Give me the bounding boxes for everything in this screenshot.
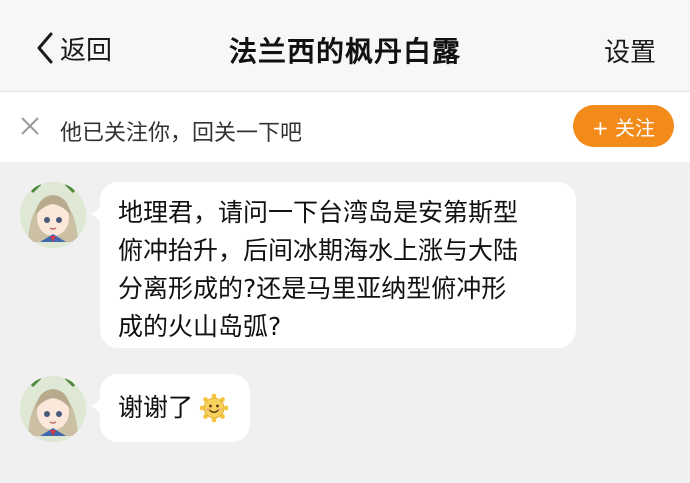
message-line: 俯冲抬升，后间冰期海水上涨与大陆 — [118, 236, 519, 265]
message-line: 分离形成的?还是马里亚纳型俯冲形 — [118, 274, 507, 303]
close-icon[interactable] — [18, 114, 42, 138]
anime-avatar-icon — [20, 376, 86, 442]
avatar[interactable] — [20, 182, 86, 248]
follow-suggestion-text: 他已关注你，回关一下吧 — [60, 121, 303, 146]
settings-button[interactable]: 设置 — [604, 32, 656, 69]
message-bubble[interactable]: 地理君，请问一下台湾岛是安第斯型 俯冲抬升，后间冰期海水上涨与大陆 分离形成的?… — [92, 182, 576, 348]
follow-button[interactable]: + 关注 — [573, 105, 674, 147]
message-text: 谢谢了 — [118, 393, 194, 422]
avatar[interactable] — [20, 376, 86, 442]
anime-avatar-icon — [20, 182, 86, 248]
message-line: 成的火山岛弧? — [118, 312, 282, 341]
message-bubble[interactable]: 谢谢了 — [92, 374, 250, 442]
page-title: 法兰西的枫丹白露 — [228, 35, 461, 68]
message-line: 地理君，请问一下台湾岛是安第斯型 — [118, 198, 519, 227]
smiley-sun-icon — [199, 393, 229, 423]
